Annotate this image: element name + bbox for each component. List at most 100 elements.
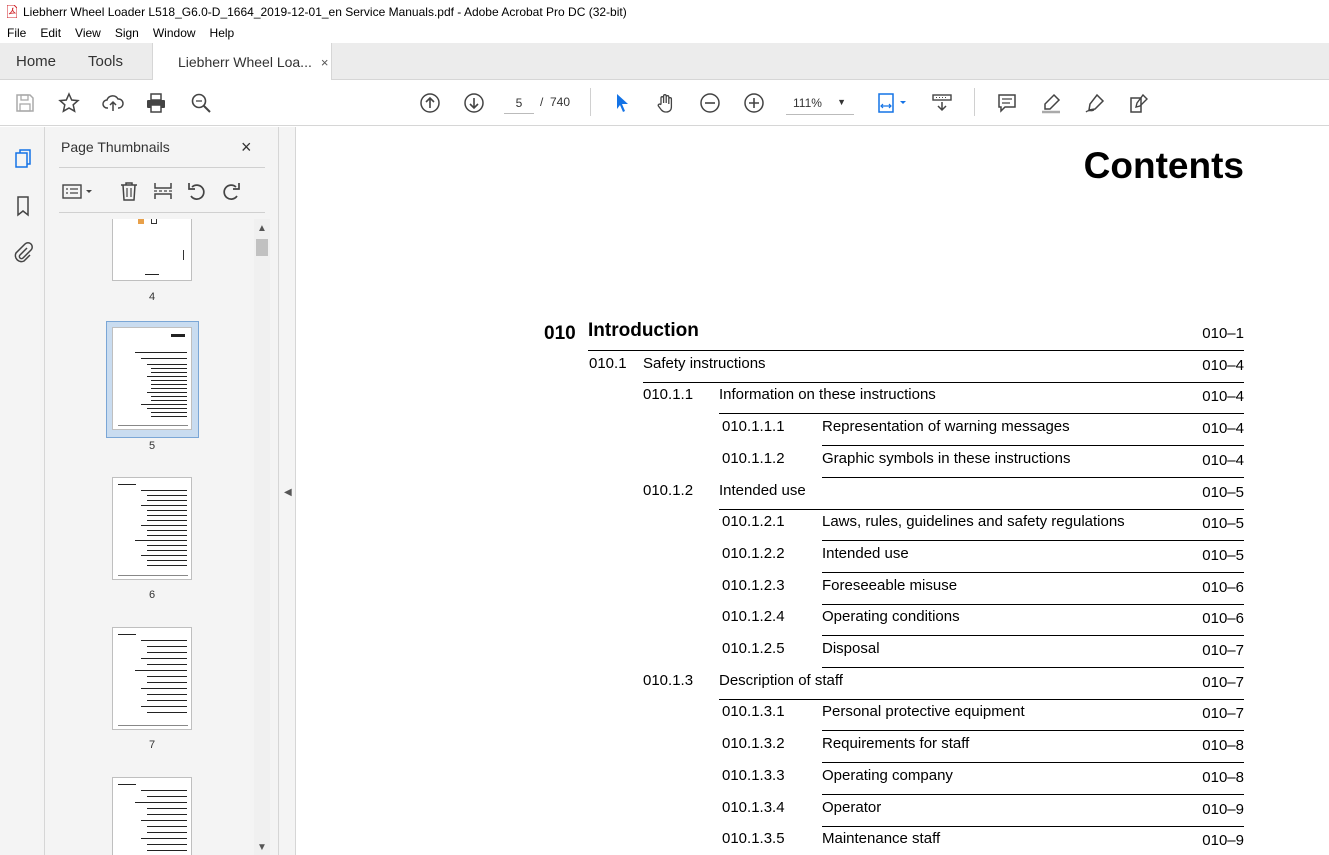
toc-page-number: 010–7 [1202, 642, 1244, 659]
page-thumbnail[interactable] [112, 777, 192, 855]
toc-page-number: 010–7 [1202, 705, 1244, 723]
menu-edit[interactable]: Edit [33, 26, 68, 40]
page-thumbnail[interactable] [112, 219, 192, 281]
thumbnail-page-label: 5 [148, 440, 156, 452]
toc-number: 010.1 [589, 354, 627, 372]
toc-page-number: 010–5 [1202, 515, 1244, 533]
toc-page-number: 010–4 [1202, 356, 1244, 374]
toc-number: 010.1.1.1 [722, 418, 785, 436]
toolbar-divider [974, 88, 975, 116]
thumbnails-panel: Page Thumbnails × 4 5 6 7 ▲ ▼ [45, 127, 278, 855]
thumbnail-page-label: 4 [148, 291, 156, 303]
next-page-icon[interactable] [462, 91, 486, 115]
toc-number: 010.1.2 [643, 481, 694, 499]
toc-entry-title: Personal protective equipment [822, 703, 1025, 721]
toc-page-number: 010–5 [1202, 483, 1244, 501]
thumbnail-scrollbar[interactable]: ▲ ▼ [254, 219, 270, 855]
title-bar: Liebherr Wheel Loader L518_G6.0-D_1664_2… [0, 0, 1329, 23]
document-view[interactable]: Contents 010 Introduction 010–1 010.1 Safety… [297, 127, 1329, 855]
panel-splitter[interactable]: ◀ [278, 127, 296, 855]
bookmark-star-icon[interactable] [57, 91, 81, 115]
toc-entry-title: Graphic symbols in these instructions [822, 449, 1071, 467]
select-cursor-icon[interactable] [610, 91, 634, 115]
toc-number: 010.1.2.5 [722, 640, 785, 657]
page-thumbnail[interactable] [112, 477, 192, 580]
thumbnail-page-label: 6 [148, 589, 156, 601]
toc-page-number: 010–6 [1202, 578, 1244, 596]
toc-number: 010.1.2.2 [722, 544, 785, 562]
options-menu-icon[interactable] [61, 180, 95, 202]
toc-page-number: 010–8 [1202, 737, 1244, 755]
scroll-down-icon[interactable]: ▼ [257, 842, 267, 853]
rotate-right-icon[interactable] [220, 180, 242, 202]
hand-icon[interactable] [654, 91, 678, 115]
toc-entry-title: Intended use [822, 544, 909, 562]
page-extract-icon[interactable] [152, 180, 174, 202]
toc-page-number: 010–9 [1202, 832, 1244, 850]
toc-entry-title: Operating company [822, 766, 953, 784]
highlight-icon[interactable] [1039, 91, 1063, 115]
toc-entry-title: Disposal [822, 640, 880, 657]
toc-entry-title: Requirements for staff [822, 735, 970, 753]
toolbar-divider [590, 88, 591, 116]
toc-entry-title: Laws, rules, guidelines and safety regul… [822, 513, 1125, 531]
rotate-left-icon[interactable] [186, 180, 208, 202]
panel-title: Page Thumbnails [61, 139, 170, 155]
toc-page-number: 010–5 [1202, 546, 1244, 564]
tab-document[interactable]: Liebherr Wheel Loa... × [152, 43, 332, 81]
toc-page-number: 010–1 [1202, 325, 1244, 342]
search-zoom-icon[interactable] [189, 91, 213, 115]
menu-file[interactable]: File [0, 26, 33, 40]
fill-sign-icon[interactable] [1127, 91, 1151, 115]
toc-page-number: 010–6 [1202, 610, 1244, 628]
page-thumbnails-icon[interactable] [11, 147, 35, 171]
zoom-out-icon[interactable] [698, 91, 722, 115]
zoom-value: 111% [793, 95, 822, 110]
comment-icon[interactable] [995, 91, 1019, 115]
menu-sign[interactable]: Sign [108, 26, 146, 40]
panel-close-icon[interactable]: × [241, 137, 252, 158]
page-number-input[interactable] [504, 92, 534, 114]
acrobat-pdf-icon [6, 4, 18, 19]
toc-row[interactable] [822, 801, 1244, 827]
toc-number: 010.1.3.5 [722, 830, 785, 848]
scroll-mode-icon[interactable] [930, 91, 954, 115]
tab-home[interactable]: Home [16, 43, 56, 80]
scrollbar-thumb[interactable] [256, 239, 268, 256]
toc-page-number: 010–4 [1202, 451, 1244, 469]
prev-page-icon[interactable] [418, 91, 442, 115]
toc-entry-title: Maintenance staff [822, 830, 941, 848]
upload-icon[interactable] [101, 91, 125, 115]
toc-number: 010.1.3.3 [722, 766, 785, 784]
print-icon[interactable] [144, 91, 168, 115]
tab-close-icon[interactable]: × [321, 55, 329, 70]
toc-entry-title: Description of staff [719, 671, 843, 689]
menu-window[interactable]: Window [146, 26, 203, 40]
toc-number: 010.1.1 [643, 386, 694, 404]
tab-document-label: Liebherr Wheel Loa... [178, 54, 312, 70]
toc-number: 010.1.2.3 [722, 576, 785, 594]
menu-view[interactable]: View [68, 26, 108, 40]
fit-page-icon[interactable] [874, 91, 910, 115]
scroll-up-icon[interactable]: ▲ [257, 223, 267, 234]
collapse-panel-icon[interactable]: ◀ [284, 487, 292, 498]
page-thumbnail[interactable] [112, 627, 192, 730]
page-thumbnail-selected[interactable] [112, 327, 192, 430]
toc-entry-title: Information on these instructions [719, 386, 936, 404]
zoom-in-icon[interactable] [742, 91, 766, 115]
toc-number: 010 [544, 323, 576, 344]
menu-help[interactable]: Help [203, 26, 242, 40]
zoom-dropdown[interactable]: 111% ▼ [786, 91, 854, 115]
attachments-icon[interactable] [11, 240, 35, 264]
tab-tools[interactable]: Tools [88, 43, 123, 80]
save-icon[interactable] [13, 91, 37, 115]
toc-entry-title: Introduction [588, 320, 699, 341]
bookmarks-icon[interactable] [11, 194, 35, 218]
toc-entry-title: Operating conditions [822, 608, 960, 626]
page-total: 740 [550, 95, 571, 109]
sign-icon[interactable] [1083, 91, 1107, 115]
toc-page-number: 010–9 [1202, 800, 1244, 818]
page-separator: / [540, 95, 544, 109]
delete-icon[interactable] [118, 180, 140, 202]
toc-row[interactable] [822, 642, 1244, 668]
